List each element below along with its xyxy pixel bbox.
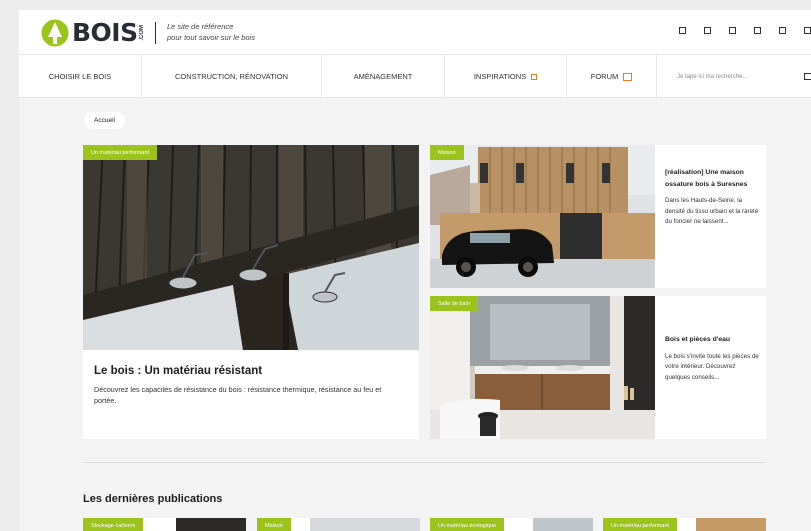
article-title: Bois et pièces d'eau [665,336,731,343]
nav-item-amenagement[interactable]: AMÉNAGEMENT [322,55,445,98]
page: BOIS .COM Le site de référence pour tout… [19,10,811,531]
article-description: Dans les Hauts-de-Seine, la densité du t… [665,197,759,225]
logo-text: BOIS [72,18,138,47]
social-icon-4[interactable] [754,27,761,34]
side-article-1[interactable]: Maison [réalisation] Une maison ossature… [430,145,766,288]
category-tag: Un matériau écologique [430,518,505,531]
article-description: Le bois s'invite toute les pièces de vot… [665,352,759,381]
article-image [430,296,655,439]
nav-label: INSPIRATIONS [473,72,527,81]
side-article-2[interactable]: Salle de bain Bois et pièces d'eau Le bo… [430,296,766,439]
nav-label: CONSTRUCTION, RÉNOVATION [174,72,289,81]
latest-card-4[interactable]: Un matériau performant [603,518,766,531]
header: BOIS .COM Le site de référence pour tout… [19,10,811,54]
search-input[interactable]: Je tape ici ma recherche... [677,55,747,98]
article-image [533,518,593,531]
latest-card-1[interactable]: Stockage carbone [83,518,246,531]
featured-title: Le bois : Un matériau résistant [94,365,263,377]
article-text: [réalisation] Une maison ossature bois à… [665,167,760,228]
logo[interactable]: BOIS .COM [40,19,146,47]
tagline: Le site de référence pour tout savoir su… [167,21,255,43]
category-tag: Un matériau performant [603,518,678,531]
category-tag: Un matériau performant [83,145,158,160]
featured-description: Découvrez les capacités de résistance du… [94,385,382,405]
social-links [679,27,811,34]
external-link-icon [531,73,538,80]
article-title: [réalisation] Une maison ossature bois à… [665,169,748,188]
featured-article[interactable]: Un matériau performant Le bois: Un maté… [83,145,419,439]
article-image [696,518,766,531]
tree-logo-icon [40,19,70,47]
main-nav: CHOISIR LE BOIS CONSTRUCTION, RÉNOVATION… [19,54,811,98]
article-image [310,518,420,531]
social-icon-2[interactable] [704,27,711,34]
logo-suffix: .COM [138,25,145,41]
category-tag: Salle de bain [430,296,478,311]
latest-publications-title: Les dernières publications [83,493,223,505]
nav-item-forum[interactable]: FORUM [567,55,657,98]
nav-label: CHOISIR LE BOIS [48,72,112,81]
section-divider [83,462,766,463]
latest-card-3[interactable]: Un matériau écologique [430,518,593,531]
breadcrumb[interactable]: Accueil [84,112,125,129]
search-placeholder: Je tape ici ma recherche... [677,73,748,80]
category-tag: Maison [257,518,291,531]
search-icon[interactable] [804,73,811,80]
breadcrumb-home: Accueil [94,117,115,124]
tagline-line-1: Le site de référence [167,22,234,31]
category-tag: Stockage carbone [83,518,144,531]
featured-image [83,145,419,350]
category-tag: Maison [430,145,464,160]
social-icon-3[interactable] [729,27,736,34]
article-image [430,145,655,288]
tagline-line-2: pour tout savoir sur le bois [167,33,255,42]
article-text: Bois et pièces d'eau Le bois s'invite to… [665,334,760,383]
logo-divider [155,22,156,44]
latest-card-2[interactable]: Maison [257,518,420,531]
nav-item-choisir-le-bois[interactable]: CHOISIR LE BOIS [19,55,142,98]
nav-label: AMÉNAGEMENT [353,72,413,81]
nav-item-construction[interactable]: CONSTRUCTION, RÉNOVATION [142,55,322,98]
social-icon-6[interactable] [804,27,811,34]
article-image [176,518,246,531]
nav-label: FORUM [590,72,619,81]
nav-item-inspirations[interactable]: INSPIRATIONS [445,55,567,98]
external-link-icon [623,72,633,81]
social-icon-5[interactable] [779,27,786,34]
social-icon-1[interactable] [679,27,686,34]
